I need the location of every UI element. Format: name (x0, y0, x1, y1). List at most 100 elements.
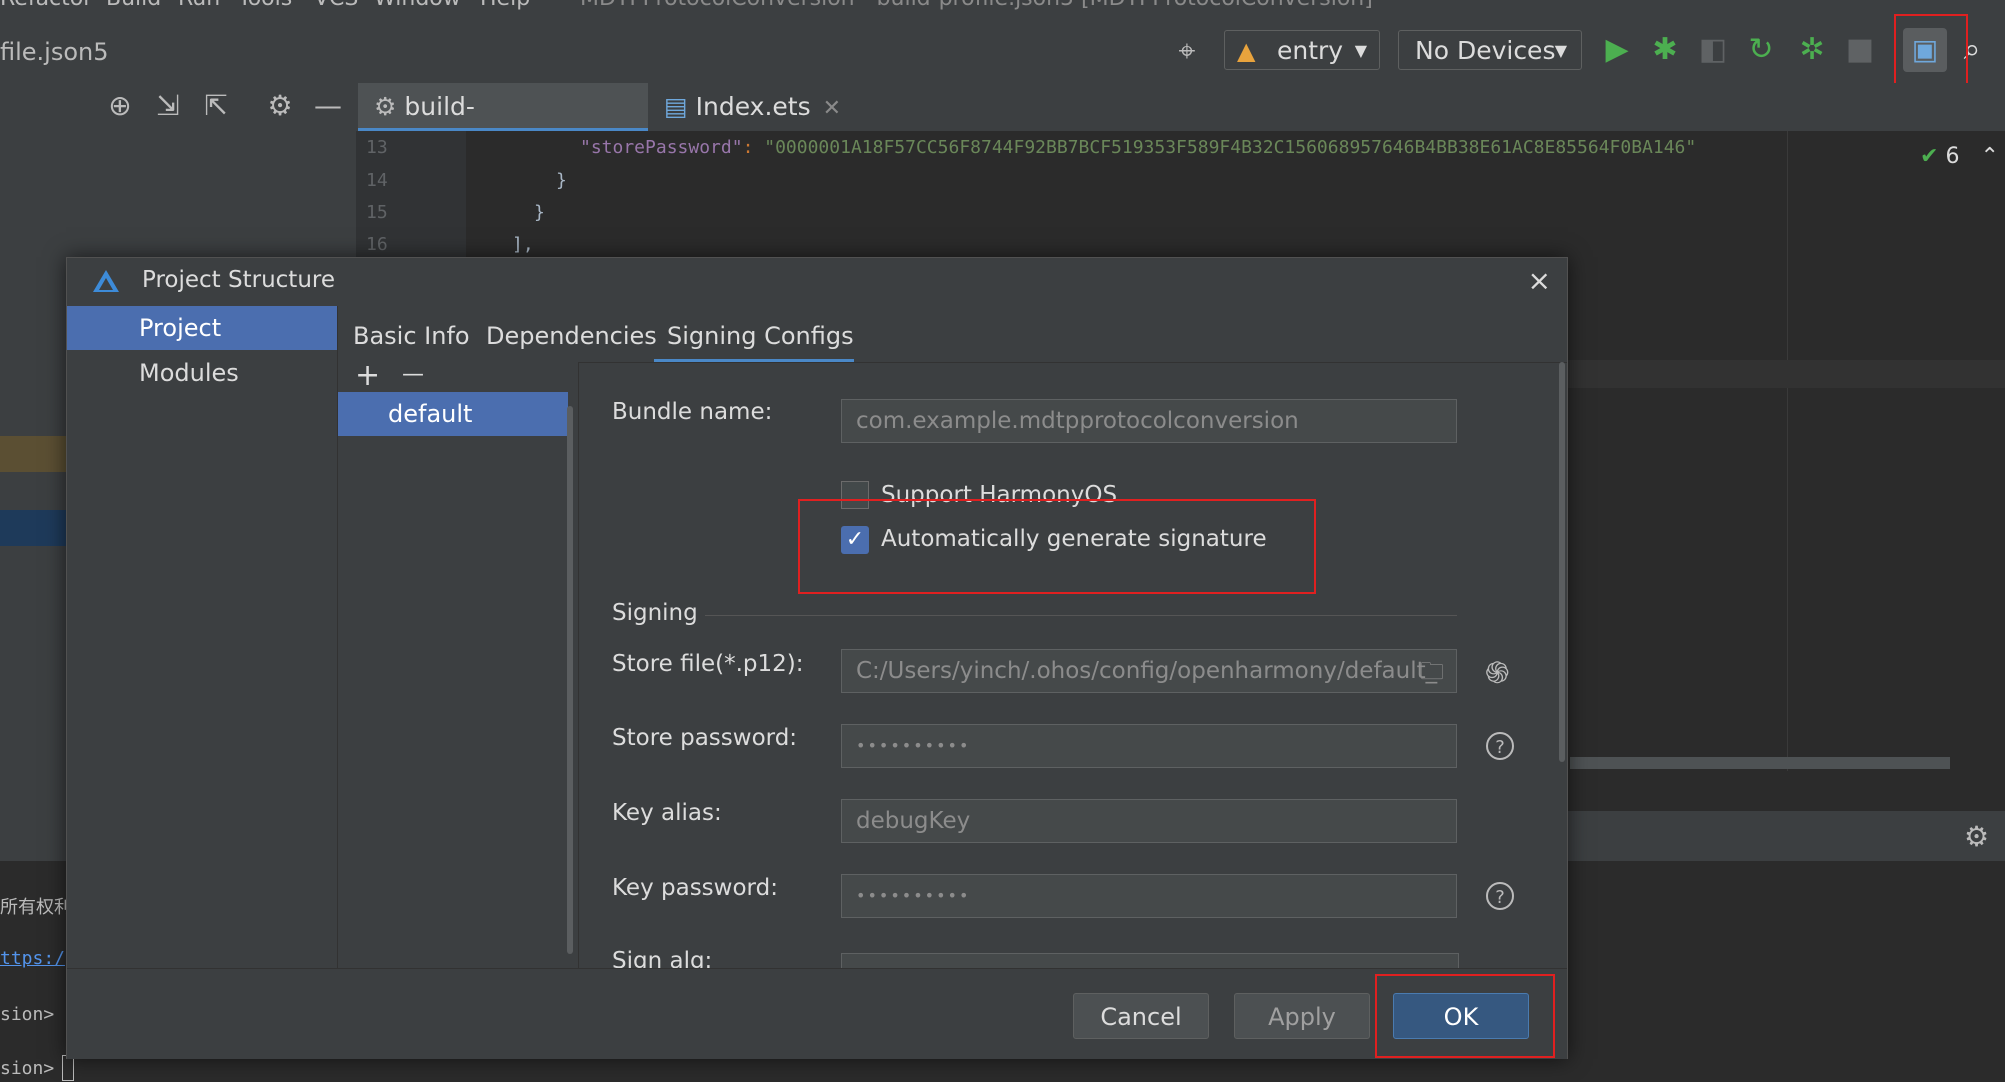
sign-alg-label: Sign alg: (612, 948, 713, 968)
code-line-16: ], (512, 234, 534, 255)
code-line-14: } (556, 170, 567, 191)
add-config-button[interactable]: + (355, 358, 380, 393)
remove-config-button[interactable]: — (402, 362, 424, 387)
sign-alg-row-clipped: Sign alg: (578, 938, 1558, 968)
json-value: "0000001A18F57CC56F8744F92BB7BCF519353F5… (764, 137, 1697, 158)
highlight-ok-button (1375, 974, 1555, 1058)
json-colon: : (742, 137, 765, 158)
tab-signing-configs[interactable]: Signing Configs (667, 314, 854, 358)
gear-icon[interactable]: ⚙ (1964, 820, 1989, 853)
file-breadcrumb[interactable]: file.json5 (0, 38, 109, 66)
dialog-title: Project Structure (142, 267, 335, 293)
device-label: No Devices (1415, 36, 1556, 65)
key-alias-label: Key alias: (612, 800, 722, 826)
line-number: 15 (366, 202, 388, 223)
chevron-up-icon: ⌃ (1980, 144, 1999, 169)
attach-debugger-icon[interactable]: ◧ (1693, 30, 1733, 70)
folder-icon[interactable]: 🗀 (1420, 650, 1444, 692)
chevron-down-icon: ▼ (1354, 41, 1367, 60)
store-password-field[interactable]: •••••••••• (841, 724, 1457, 768)
ets-file-icon: ▤ (664, 92, 688, 121)
store-file-field[interactable]: C:/Users/yinch/.ohos/config/openharmony/… (841, 649, 1457, 693)
help-icon[interactable]: ? (1486, 882, 1514, 910)
store-password-label: Store password: (612, 725, 798, 751)
run-icon[interactable]: ▶ (1597, 30, 1637, 70)
run-config-label: entry (1277, 36, 1344, 65)
rerun-icon[interactable]: ↻ (1741, 30, 1781, 70)
menu-item-run[interactable]: Run (178, 0, 220, 10)
terminal-prompt: sion> (0, 1004, 55, 1025)
nav-item-modules[interactable]: Modules (67, 351, 337, 395)
apply-button[interactable]: Apply (1234, 993, 1370, 1039)
minimize-icon[interactable]: — (308, 88, 348, 124)
panel-highlight (0, 436, 66, 472)
code-line-15: } (534, 202, 545, 223)
menu-item-tools[interactable]: Tools (238, 0, 292, 10)
menu-item-refactor[interactable]: Refactor (0, 0, 92, 10)
bundle-name-field[interactable]: com.example.mdtpprotocolconversion (841, 399, 1457, 443)
debug-icon[interactable]: ✱ (1645, 30, 1685, 70)
fingerprint-icon[interactable]: ֍ (1485, 651, 1510, 692)
key-alias-field[interactable]: debugKey (841, 799, 1457, 843)
tab-basic-info[interactable]: Basic Info (353, 314, 470, 358)
tab-dependencies[interactable]: Dependencies (486, 314, 657, 358)
menu-item-vcs[interactable]: VCS (314, 0, 358, 10)
json-key: "storePassword" (580, 137, 743, 158)
project-structure-dialog: Project Structure × Project Modules Basi… (66, 257, 1568, 1059)
line-number: 13 (366, 137, 388, 158)
tab-label: Index.ets (695, 92, 811, 121)
panel-selection (0, 510, 66, 546)
highlight-auto-sign (798, 499, 1316, 594)
device-dropdown[interactable]: No Devices ▼ (1398, 30, 1582, 70)
terminal-line: 所有权利 (0, 897, 72, 918)
form-scrollbar[interactable] (1559, 362, 1565, 762)
key-password-field[interactable]: •••••••••• (841, 874, 1457, 918)
help-icon[interactable]: ? (1486, 732, 1514, 760)
nav-item-project[interactable]: Project (67, 306, 337, 350)
menu-item-help[interactable]: Help (480, 0, 530, 10)
right-margin-guide (1787, 131, 1788, 771)
run-config-dropdown[interactable]: ▲ entry ▼ (1224, 30, 1380, 70)
signing-config-list (338, 362, 579, 968)
cancel-button[interactable]: Cancel (1073, 993, 1209, 1039)
profiler-icon[interactable]: ✲ (1792, 30, 1832, 70)
close-icon[interactable]: × (1528, 264, 1551, 297)
store-file-value: C:/Users/yinch/.ohos/config/openharmony/… (856, 658, 1438, 684)
target-icon[interactable]: ⌖ (1167, 32, 1207, 72)
menu-item-build[interactable]: Build (106, 0, 161, 10)
collapse-all-icon[interactable]: ⇱ (196, 88, 236, 124)
terminal-link[interactable]: ttps:/ (0, 948, 65, 969)
signing-divider (705, 615, 1457, 616)
check-icon: ✔ (1920, 144, 1939, 169)
stop-icon[interactable]: ■ (1840, 30, 1880, 70)
bundle-name-label: Bundle name: (612, 399, 773, 425)
menu-bar: Refactor Build Run Tools VCS Window Help… (0, 0, 2005, 10)
dialog-sidebar: Project Modules (67, 306, 338, 968)
signing-section-label: Signing (612, 600, 698, 626)
config-item-default[interactable]: default (338, 392, 568, 436)
line-number: 14 (366, 170, 388, 191)
inspection-count: 6 (1945, 144, 1960, 169)
crosshair-icon[interactable]: ⊕ (100, 88, 140, 124)
editor-tab-bar (0, 83, 2005, 131)
module-icon: ▲ (1237, 37, 1256, 65)
terminal-prompt[interactable]: sion> (0, 1058, 54, 1079)
line-number: 16 (366, 234, 388, 255)
gear-icon[interactable]: ⚙ (260, 88, 300, 124)
window-title: MDTPProtocolConversion - build-profile.j… (580, 0, 1373, 10)
tab-build-profile[interactable]: ⚙build-profile.json5✕ (358, 83, 648, 169)
sign-alg-field[interactable] (841, 953, 1459, 968)
horizontal-scrollbar[interactable] (1570, 757, 1950, 769)
key-password-label: Key password: (612, 875, 778, 901)
config-list-scrollbar[interactable] (567, 406, 573, 954)
tab-index-ets[interactable]: ▤ Index.ets ✕ (660, 83, 841, 131)
store-file-label: Store file(*.p12): (612, 651, 804, 677)
inspection-widget[interactable]: ✔ 6 ⌃ (1920, 144, 1999, 169)
chevron-down-icon: ▼ (1554, 41, 1567, 60)
dialog-title-bar: Project Structure × (67, 258, 1567, 306)
json-file-icon: ⚙ (374, 92, 397, 121)
code-line-13: "storePassword": "0000001A18F57CC56F8744… (580, 137, 1696, 158)
menu-item-window[interactable]: Window (374, 0, 461, 10)
expand-all-icon[interactable]: ⇲ (148, 88, 188, 124)
close-icon[interactable]: ✕ (823, 96, 841, 121)
